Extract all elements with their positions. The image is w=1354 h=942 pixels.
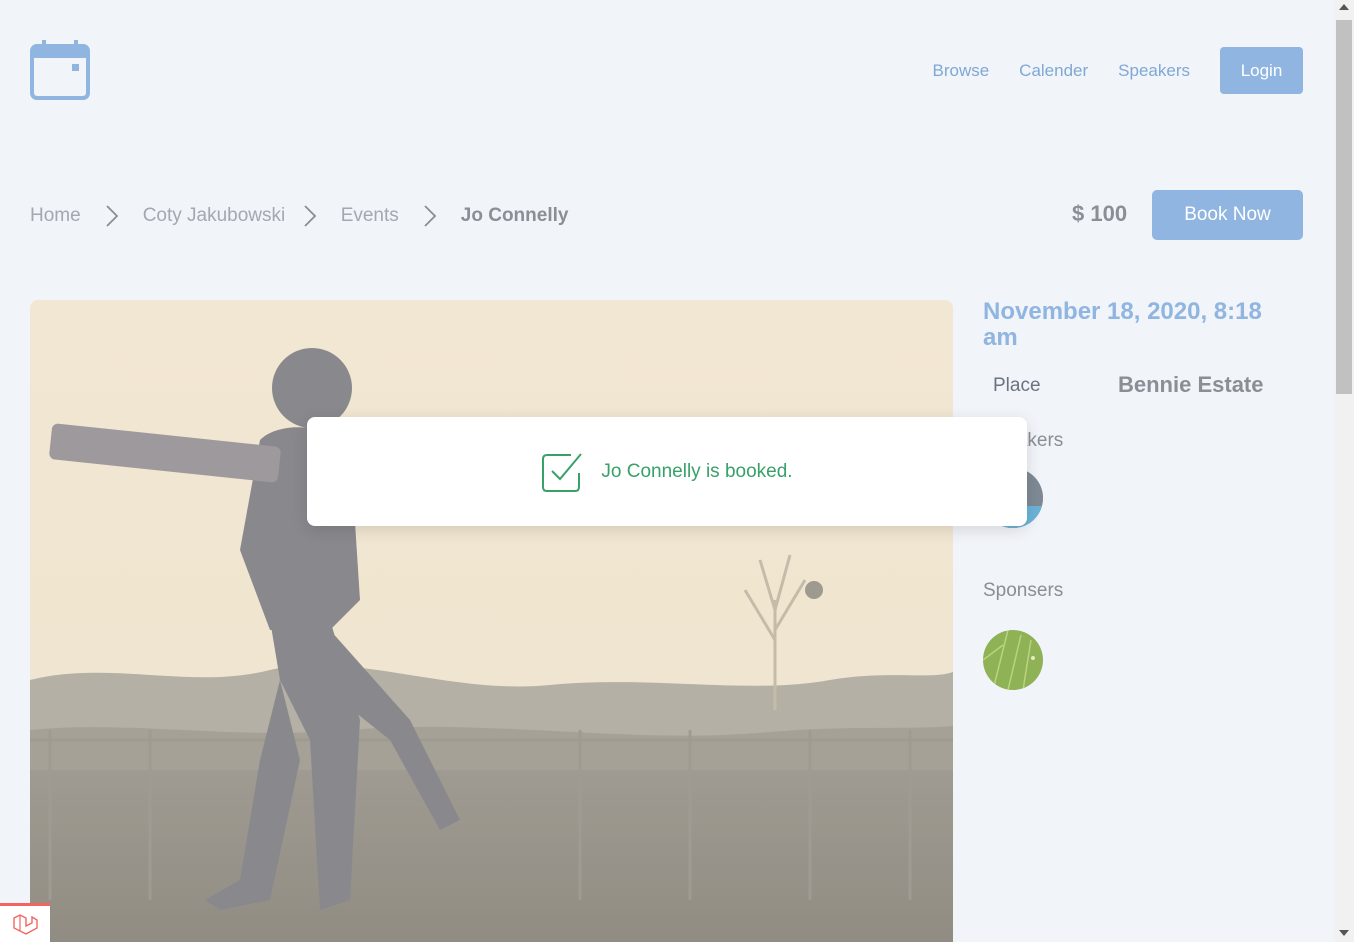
nav-calender-link[interactable]: Calender — [1019, 47, 1088, 94]
scroll-down-icon[interactable] — [1339, 930, 1349, 936]
breadcrumb-organizer[interactable]: Coty Jakubowski I — [143, 205, 289, 227]
breadcrumb: Home Coty Jakubowski I Events Jo Connell… — [30, 199, 568, 233]
chevron-right-icon — [424, 205, 437, 227]
place-value: Bennie Estate — [1118, 372, 1264, 397]
laravel-debugbar-icon[interactable] — [0, 903, 50, 942]
login-button[interactable]: Login — [1220, 47, 1303, 94]
place-label: Place — [993, 375, 1041, 396]
scrollbar-thumb[interactable] — [1336, 20, 1352, 394]
nav-speakers-link[interactable]: Speakers — [1118, 47, 1190, 94]
check-square-icon — [542, 452, 583, 492]
event-price: $ 100 — [1072, 201, 1128, 226]
event-image — [30, 300, 953, 942]
main-nav: Browse Calender Speakers Login — [932, 47, 1303, 94]
breadcrumb-events[interactable]: Events — [341, 205, 399, 227]
breadcrumb-current: Jo Connelly — [460, 205, 569, 226]
chevron-right-icon — [106, 205, 118, 227]
vertical-scrollbar[interactable] — [1334, 0, 1354, 942]
toast-message: Jo Connelly is booked. — [601, 460, 793, 482]
sponser-avatar[interactable] — [983, 630, 1043, 690]
sponsers-label: Sponsers — [983, 580, 1064, 601]
book-now-button[interactable]: Book Now — [1152, 190, 1303, 240]
page: Browse Calender Speakers Login Home Coty… — [0, 0, 1334, 942]
booking-success-toast: Jo Connelly is booked. — [307, 417, 1027, 526]
calendar-icon[interactable] — [30, 40, 90, 100]
chevron-right-icon — [304, 205, 316, 227]
scroll-up-icon[interactable] — [1339, 4, 1349, 10]
nav-browse-link[interactable]: Browse — [932, 47, 989, 94]
event-date: November 18, 2020, 8:18 am — [983, 298, 1262, 351]
breadcrumb-home[interactable]: Home — [30, 205, 81, 227]
